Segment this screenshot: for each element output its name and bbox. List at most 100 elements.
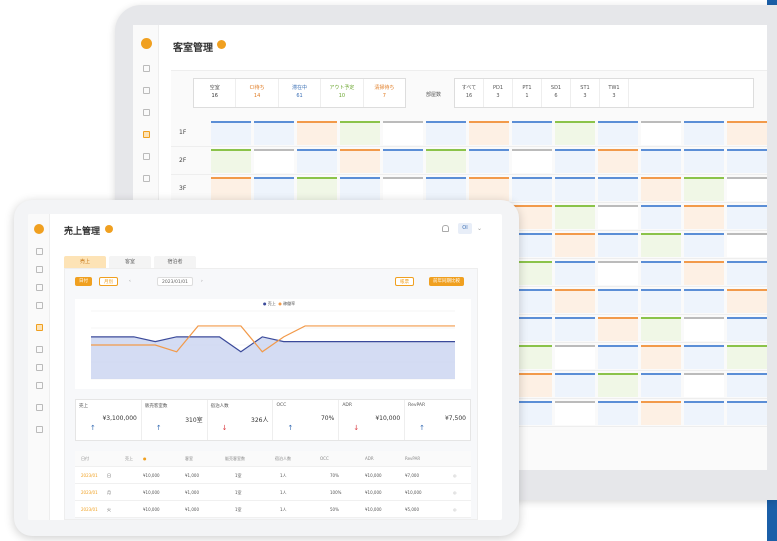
room-cell[interactable] <box>254 121 294 145</box>
room-cell[interactable] <box>426 149 466 173</box>
room-cell[interactable] <box>641 205 681 229</box>
room-cell[interactable] <box>555 289 595 313</box>
room-cell[interactable] <box>598 401 638 425</box>
room-cell[interactable] <box>555 373 595 397</box>
room-cell[interactable] <box>469 121 509 145</box>
room-cell[interactable] <box>727 345 767 369</box>
sidebar-calendar-icon[interactable] <box>143 87 150 94</box>
room-cell[interactable] <box>254 149 294 173</box>
period-day-button[interactable]: 日付 <box>75 277 92 286</box>
sidebar-room-icon[interactable] <box>36 302 43 309</box>
room-cell[interactable] <box>211 121 251 145</box>
room-cell[interactable] <box>555 233 595 257</box>
room-cell[interactable] <box>727 401 767 425</box>
table-row[interactable]: 2023/01 月 ¥10,000 ¥1,000 1室 1人 100% ¥10,… <box>75 485 471 501</box>
room-cell[interactable] <box>512 149 552 173</box>
more-icon[interactable]: ◎ <box>453 490 457 495</box>
room-cell[interactable] <box>641 177 681 201</box>
room-cell[interactable] <box>684 373 724 397</box>
stat-checkout[interactable]: アウト予定 10 <box>321 79 364 107</box>
room-cell[interactable] <box>598 149 638 173</box>
date-range-input[interactable]: 2023/01/01 <box>157 277 193 286</box>
stat-staying[interactable]: 滞在中 61 <box>279 79 322 107</box>
room-cell[interactable] <box>684 289 724 313</box>
room-cell[interactable] <box>684 121 724 145</box>
more-icon[interactable]: ◎ <box>453 507 457 512</box>
room-cell[interactable] <box>684 149 724 173</box>
room-cell[interactable] <box>598 233 638 257</box>
sidebar-grid-icon[interactable] <box>143 65 150 72</box>
room-cell[interactable] <box>254 177 294 201</box>
room-cell[interactable] <box>383 121 423 145</box>
sidebar-analytics-icon[interactable] <box>36 382 43 389</box>
type-all[interactable]: すべて 16 <box>455 79 484 107</box>
room-cell[interactable] <box>598 261 638 285</box>
room-cell[interactable] <box>641 317 681 341</box>
export-button[interactable]: 帳票 <box>395 277 414 286</box>
sidebar-list-icon[interactable] <box>36 284 43 291</box>
room-cell[interactable] <box>641 121 681 145</box>
room-cell[interactable] <box>727 317 767 341</box>
room-cell[interactable] <box>297 177 337 201</box>
table-row[interactable]: 2023/01 火 ¥10,000 ¥1,000 1室 1人 50% ¥10,0… <box>75 502 471 518</box>
room-cell[interactable] <box>684 345 724 369</box>
more-icon[interactable]: ◎ <box>453 473 457 478</box>
room-cell[interactable] <box>512 121 552 145</box>
type-pd1[interactable]: PD1 3 <box>484 79 513 107</box>
chevron-down-icon[interactable]: ⌄ <box>477 225 482 232</box>
help-icon[interactable] <box>217 40 226 49</box>
room-cell[interactable] <box>684 261 724 285</box>
tab-sales[interactable]: 売上 <box>64 256 106 268</box>
help-icon[interactable] <box>105 225 113 233</box>
sidebar-settings-icon[interactable] <box>36 426 43 433</box>
sidebar-chart-icon[interactable] <box>36 346 43 353</box>
room-cell[interactable] <box>469 177 509 201</box>
type-sd1[interactable]: SD1 6 <box>542 79 571 107</box>
room-cell[interactable] <box>727 149 767 173</box>
avatar[interactable]: OI <box>458 223 472 234</box>
room-cell[interactable] <box>684 401 724 425</box>
stat-ci-waiting[interactable]: CI待ち 14 <box>236 79 279 107</box>
room-cell[interactable] <box>598 317 638 341</box>
info-icon[interactable]: ● <box>143 456 147 461</box>
room-cell[interactable] <box>727 233 767 257</box>
tab-guests[interactable]: 宿泊者 <box>154 256 196 268</box>
room-cell[interactable] <box>426 121 466 145</box>
sidebar-chart-icon[interactable] <box>143 153 150 160</box>
sidebar-sales-icon[interactable] <box>36 324 43 331</box>
sidebar-settings-icon[interactable] <box>143 175 150 182</box>
type-tw1[interactable]: TW1 3 <box>600 79 629 107</box>
room-cell[interactable] <box>426 177 466 201</box>
tab-rooms[interactable]: 客室 <box>109 256 151 268</box>
room-cell[interactable] <box>641 233 681 257</box>
room-cell[interactable] <box>641 289 681 313</box>
room-cell[interactable] <box>340 177 380 201</box>
room-cell[interactable] <box>727 289 767 313</box>
room-cell[interactable] <box>598 121 638 145</box>
room-cell[interactable] <box>383 177 423 201</box>
room-cell[interactable] <box>727 205 767 229</box>
room-cell[interactable] <box>555 121 595 145</box>
room-cell[interactable] <box>555 317 595 341</box>
room-cell[interactable] <box>641 261 681 285</box>
room-cell[interactable] <box>641 373 681 397</box>
room-cell[interactable] <box>297 121 337 145</box>
sidebar-report-icon[interactable] <box>36 364 43 371</box>
room-cell[interactable] <box>555 205 595 229</box>
room-cell[interactable] <box>684 177 724 201</box>
room-cell[interactable] <box>340 121 380 145</box>
room-cell[interactable] <box>598 177 638 201</box>
sidebar-grid-icon[interactable] <box>36 248 43 255</box>
room-cell[interactable] <box>555 177 595 201</box>
room-cell[interactable] <box>727 261 767 285</box>
table-row[interactable]: 2023/01 日 ¥10,000 ¥1,000 1室 1人 70% ¥10,0… <box>75 468 471 484</box>
bell-icon[interactable] <box>442 225 449 232</box>
sidebar-list-icon[interactable] <box>143 109 150 116</box>
next-arrow-icon[interactable]: › <box>197 277 207 286</box>
room-cell[interactable] <box>297 149 337 173</box>
room-cell[interactable] <box>684 317 724 341</box>
room-cell[interactable] <box>727 373 767 397</box>
room-cell[interactable] <box>684 233 724 257</box>
room-cell[interactable] <box>555 149 595 173</box>
room-cell[interactable] <box>598 205 638 229</box>
